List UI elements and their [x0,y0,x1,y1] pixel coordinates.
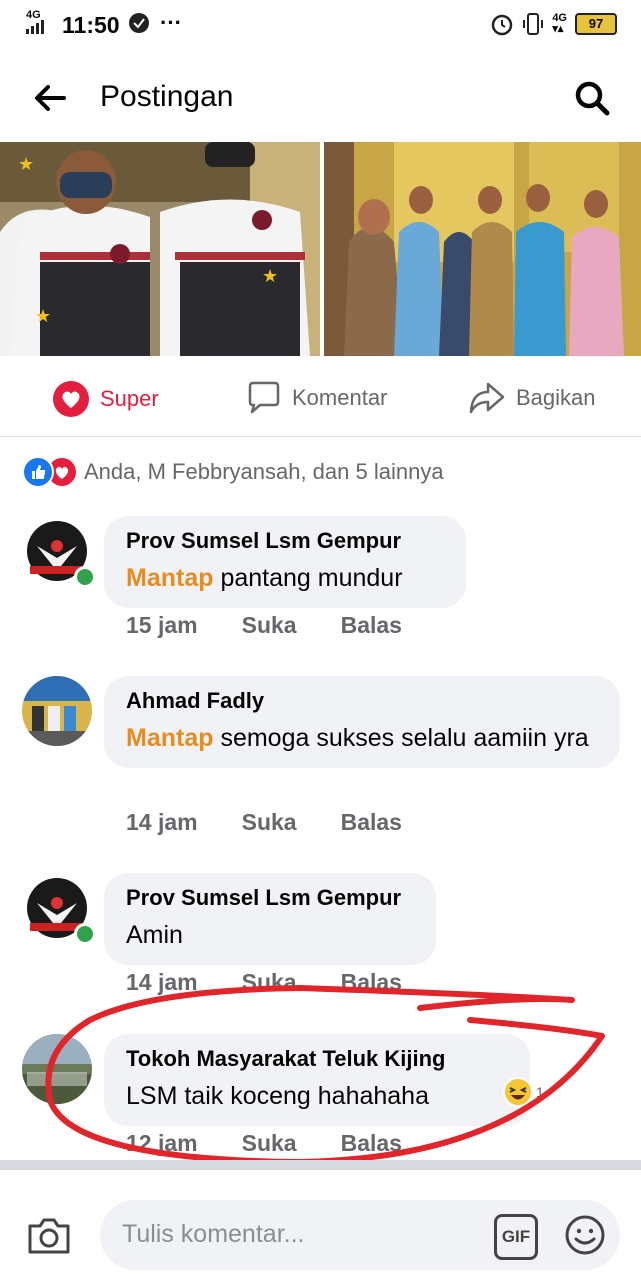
comment-label: Komentar [292,385,388,410]
comment-bubble[interactable]: Ahmad Fadly Mantap semoga sukses selalu … [104,676,620,768]
super-label: Super [100,386,159,411]
reactions-summary-text: Anda, M Febbryansah, dan 5 lainnya [84,459,444,484]
like-reaction-icon [22,456,54,488]
share-icon [469,382,505,414]
comment-meta: 15 jam Suka Balas [126,612,402,639]
status-right: 4G ▾▴ 97 [490,12,617,36]
camera-icon[interactable] [26,1216,72,1261]
comment-time[interactable]: 15 jam [126,612,198,639]
comment-input-placeholder: Tulis komentar... [122,1220,305,1248]
red-annotation-circle [45,985,605,1165]
reply-comment-button[interactable]: Balas [341,612,402,639]
comment-button[interactable]: Komentar [246,380,387,416]
comment-1-avatar-wrap[interactable] [22,516,96,588]
comment-meta: 14 jam Suka Balas [126,809,402,836]
like-comment-button[interactable]: Suka [242,809,297,836]
battery-indicator: 97 [575,13,617,35]
comment-body: pantang mundur [213,564,403,592]
clock: 11:50 [62,12,120,38]
share-button[interactable]: Bagikan [468,380,596,416]
like-comment-button[interactable]: Suka [242,612,297,639]
gif-button[interactable]: GIF [494,1214,538,1260]
comment-text: Mantap semoga sukses selalu aamiin yra [126,720,598,756]
commenter-name[interactable]: Prov Sumsel Lsm Gempur [126,885,414,911]
comment-composer-bar: Tulis komentar... GIF [0,1170,641,1280]
signal-icon [26,20,44,34]
heart-reaction-icon [53,381,89,417]
post-action-bar: Super Komentar Bagikan [0,358,641,437]
network-indicator: 4G [26,10,48,36]
post-photo-1[interactable]: ★ ★ ★ [0,142,320,356]
comment-time[interactable]: 14 jam [126,809,198,836]
reply-comment-button[interactable]: Balas [341,809,402,836]
comment-3-avatar-wrap[interactable] [22,873,96,945]
comment-text: Amin [126,921,183,949]
alarm-icon [492,14,513,36]
vibrate-icon [523,13,544,35]
comment-keyword[interactable]: Mantap [126,564,214,592]
online-status-indicator [74,566,96,588]
comment-2-avatar-wrap[interactable] [22,676,92,746]
page-title: Postingan [100,80,234,113]
online-status-indicator [74,923,96,945]
status-bar: 4G 11:50 ··· 4G ▾▴ 97 [0,0,641,50]
section-divider [0,1160,641,1170]
commenter-name[interactable]: Ahmad Fadly [126,688,598,714]
commenter-name[interactable]: Prov Sumsel Lsm Gempur [126,528,444,554]
notification-icon [128,12,150,40]
network-right: 4G ▾▴ [552,12,567,35]
super-reaction-button[interactable]: Super [52,380,159,418]
comment-text: Mantap pantang mundur [126,560,444,596]
post-photo-2[interactable] [324,142,641,356]
comment-bubble[interactable]: Prov Sumsel Lsm Gempur Mantap pantang mu… [104,516,466,608]
reactions-summary[interactable]: Anda, M Febbryansah, dan 5 lainnya [22,456,444,488]
comment-keyword[interactable]: Mantap [126,724,214,752]
back-arrow-icon[interactable] [32,80,68,121]
comment-input[interactable]: Tulis komentar... GIF [100,1200,620,1270]
search-icon[interactable] [572,78,612,123]
emoji-icon[interactable] [564,1214,606,1261]
comment-icon [248,381,280,414]
comment-body: semoga sukses selalu aamiin yra [213,724,589,752]
svg-text:★: ★ [262,266,278,287]
avatar[interactable] [22,676,92,746]
svg-text:★: ★ [18,154,34,175]
share-label: Bagikan [516,385,596,410]
more-notifications: ··· [160,10,182,35]
app-header: Postingan [0,60,641,138]
svg-text:★: ★ [35,306,51,327]
comment-bubble[interactable]: Prov Sumsel Lsm Gempur Amin [104,873,436,965]
